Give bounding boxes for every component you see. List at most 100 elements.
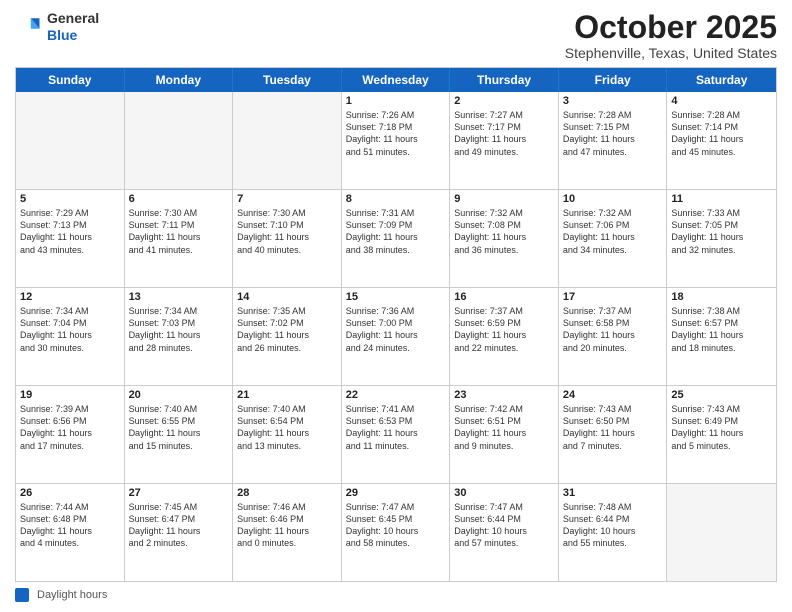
day-info: Sunrise: 7:46 AM Sunset: 6:46 PM Dayligh…	[237, 501, 337, 550]
day-info: Sunrise: 7:45 AM Sunset: 6:47 PM Dayligh…	[129, 501, 229, 550]
day-info: Sunrise: 7:32 AM Sunset: 7:08 PM Dayligh…	[454, 207, 554, 256]
day-info: Sunrise: 7:27 AM Sunset: 7:17 PM Dayligh…	[454, 109, 554, 158]
day-info: Sunrise: 7:26 AM Sunset: 7:18 PM Dayligh…	[346, 109, 446, 158]
day-number: 29	[346, 487, 446, 499]
calendar-row-0: 1 Sunrise: 7:26 AM Sunset: 7:18 PM Daylig…	[16, 92, 776, 189]
day-info: Sunrise: 7:37 AM Sunset: 6:59 PM Dayligh…	[454, 305, 554, 354]
day-info: Sunrise: 7:29 AM Sunset: 7:13 PM Dayligh…	[20, 207, 120, 256]
day-number: 12	[20, 291, 120, 303]
calendar-row-4: 26Sunrise: 7:44 AM Sunset: 6:48 PM Dayli…	[16, 483, 776, 581]
day-number: 31	[563, 487, 663, 499]
day-info: Sunrise: 7:43 AM Sunset: 6:50 PM Dayligh…	[563, 403, 663, 452]
title-area: October 2025 Stephenville, Texas, United…	[565, 10, 777, 61]
day-info: Sunrise: 7:33 AM Sunset: 7:05 PM Dayligh…	[671, 207, 772, 256]
day-number: 25	[671, 389, 772, 401]
calendar-cell: 22Sunrise: 7:41 AM Sunset: 6:53 PM Dayli…	[342, 386, 451, 483]
calendar-cell: 11 Sunrise: 7:33 AM Sunset: 7:05 PM Dayli…	[667, 190, 776, 287]
day-info: Sunrise: 7:30 AM Sunset: 7:10 PM Dayligh…	[237, 207, 337, 256]
logo-blue-text: Blue	[47, 27, 99, 44]
calendar-cell: 14Sunrise: 7:35 AM Sunset: 7:02 PM Dayli…	[233, 288, 342, 385]
day-info: Sunrise: 7:37 AM Sunset: 6:58 PM Dayligh…	[563, 305, 663, 354]
calendar-cell: 25 Sunrise: 7:43 AM Sunset: 6:49 PM Dayli…	[667, 386, 776, 483]
day-number: 27	[129, 487, 229, 499]
calendar-cell: 23Sunrise: 7:42 AM Sunset: 6:51 PM Dayli…	[450, 386, 559, 483]
day-number: 21	[237, 389, 337, 401]
day-info: Sunrise: 7:34 AM Sunset: 7:03 PM Dayligh…	[129, 305, 229, 354]
day-number: 28	[237, 487, 337, 499]
calendar-cell	[233, 92, 342, 189]
page: General Blue October 2025 Stephenville, …	[0, 0, 792, 612]
day-number: 3	[563, 95, 663, 107]
day-info: Sunrise: 7:38 AM Sunset: 6:57 PM Dayligh…	[671, 305, 772, 354]
calendar-cell: 12 Sunrise: 7:34 AM Sunset: 7:04 PM Dayli…	[16, 288, 125, 385]
calendar-cell: 3 Sunrise: 7:28 AM Sunset: 7:15 PM Daylig…	[559, 92, 668, 189]
calendar-cell: 26Sunrise: 7:44 AM Sunset: 6:48 PM Dayli…	[16, 484, 125, 581]
calendar-cell: 20 Sunrise: 7:40 AM Sunset: 6:55 PM Dayli…	[125, 386, 234, 483]
weekday-header-thursday: Thursday	[450, 68, 559, 92]
logo-general-text: General	[47, 10, 99, 27]
calendar-cell	[667, 484, 776, 581]
location-subtitle: Stephenville, Texas, United States	[565, 45, 777, 61]
day-number: 6	[129, 193, 229, 205]
legend-color-box	[15, 588, 29, 602]
month-title: October 2025	[565, 10, 777, 45]
weekday-header-sunday: Sunday	[16, 68, 125, 92]
day-info: Sunrise: 7:35 AM Sunset: 7:02 PM Dayligh…	[237, 305, 337, 354]
day-info: Sunrise: 7:40 AM Sunset: 6:55 PM Dayligh…	[129, 403, 229, 452]
day-info: Sunrise: 7:36 AM Sunset: 7:00 PM Dayligh…	[346, 305, 446, 354]
calendar-cell: 17 Sunrise: 7:37 AM Sunset: 6:58 PM Dayli…	[559, 288, 668, 385]
day-info: Sunrise: 7:47 AM Sunset: 6:45 PM Dayligh…	[346, 501, 446, 550]
calendar-cell: 7 Sunrise: 7:30 AM Sunset: 7:10 PM Daylig…	[233, 190, 342, 287]
day-info: Sunrise: 7:48 AM Sunset: 6:44 PM Dayligh…	[563, 501, 663, 550]
day-info: Sunrise: 7:28 AM Sunset: 7:14 PM Dayligh…	[671, 109, 772, 158]
day-info: Sunrise: 7:47 AM Sunset: 6:44 PM Dayligh…	[454, 501, 554, 550]
day-number: 4	[671, 95, 772, 107]
header: General Blue October 2025 Stephenville, …	[15, 10, 777, 61]
day-info: Sunrise: 7:28 AM Sunset: 7:15 PM Dayligh…	[563, 109, 663, 158]
day-info: Sunrise: 7:44 AM Sunset: 6:48 PM Dayligh…	[20, 501, 120, 550]
calendar-cell: 21 Sunrise: 7:40 AM Sunset: 6:54 PM Dayli…	[233, 386, 342, 483]
calendar-header: SundayMondayTuesdayWednesdayThursdayFrid…	[16, 68, 776, 92]
day-info: Sunrise: 7:34 AM Sunset: 7:04 PM Dayligh…	[20, 305, 120, 354]
calendar-cell: 1 Sunrise: 7:26 AM Sunset: 7:18 PM Daylig…	[342, 92, 451, 189]
calendar-cell: 4 Sunrise: 7:28 AM Sunset: 7:14 PM Daylig…	[667, 92, 776, 189]
calendar-row-2: 12 Sunrise: 7:34 AM Sunset: 7:04 PM Dayli…	[16, 287, 776, 385]
day-number: 20	[129, 389, 229, 401]
day-number: 23	[454, 389, 554, 401]
logo: General Blue	[15, 10, 99, 44]
day-number: 7	[237, 193, 337, 205]
calendar-cell: 18Sunrise: 7:38 AM Sunset: 6:57 PM Dayli…	[667, 288, 776, 385]
calendar-cell: 30 Sunrise: 7:47 AM Sunset: 6:44 PM Dayli…	[450, 484, 559, 581]
calendar-cell	[16, 92, 125, 189]
day-number: 16	[454, 291, 554, 303]
calendar-cell: 15 Sunrise: 7:36 AM Sunset: 7:00 PM Dayli…	[342, 288, 451, 385]
calendar-cell: 6 Sunrise: 7:30 AM Sunset: 7:11 PM Daylig…	[125, 190, 234, 287]
day-info: Sunrise: 7:31 AM Sunset: 7:09 PM Dayligh…	[346, 207, 446, 256]
calendar-cell: 2Sunrise: 7:27 AM Sunset: 7:17 PM Daylig…	[450, 92, 559, 189]
day-number: 13	[129, 291, 229, 303]
footer: Daylight hours	[15, 588, 777, 602]
logo-icon	[15, 13, 43, 41]
calendar-row-1: 5Sunrise: 7:29 AM Sunset: 7:13 PM Daylig…	[16, 189, 776, 287]
weekday-header-friday: Friday	[559, 68, 668, 92]
day-info: Sunrise: 7:43 AM Sunset: 6:49 PM Dayligh…	[671, 403, 772, 452]
calendar-cell: 24 Sunrise: 7:43 AM Sunset: 6:50 PM Dayli…	[559, 386, 668, 483]
day-number: 1	[346, 95, 446, 107]
day-number: 9	[454, 193, 554, 205]
day-number: 17	[563, 291, 663, 303]
calendar-cell: 29 Sunrise: 7:47 AM Sunset: 6:45 PM Dayli…	[342, 484, 451, 581]
legend-label: Daylight hours	[37, 589, 107, 601]
weekday-header-monday: Monday	[125, 68, 234, 92]
day-number: 15	[346, 291, 446, 303]
day-number: 24	[563, 389, 663, 401]
calendar-cell: 9 Sunrise: 7:32 AM Sunset: 7:08 PM Daylig…	[450, 190, 559, 287]
day-number: 30	[454, 487, 554, 499]
day-info: Sunrise: 7:30 AM Sunset: 7:11 PM Dayligh…	[129, 207, 229, 256]
day-info: Sunrise: 7:41 AM Sunset: 6:53 PM Dayligh…	[346, 403, 446, 452]
weekday-header-tuesday: Tuesday	[233, 68, 342, 92]
day-info: Sunrise: 7:40 AM Sunset: 6:54 PM Dayligh…	[237, 403, 337, 452]
calendar-cell: 16 Sunrise: 7:37 AM Sunset: 6:59 PM Dayli…	[450, 288, 559, 385]
day-number: 11	[671, 193, 772, 205]
day-number: 8	[346, 193, 446, 205]
calendar-cell	[125, 92, 234, 189]
